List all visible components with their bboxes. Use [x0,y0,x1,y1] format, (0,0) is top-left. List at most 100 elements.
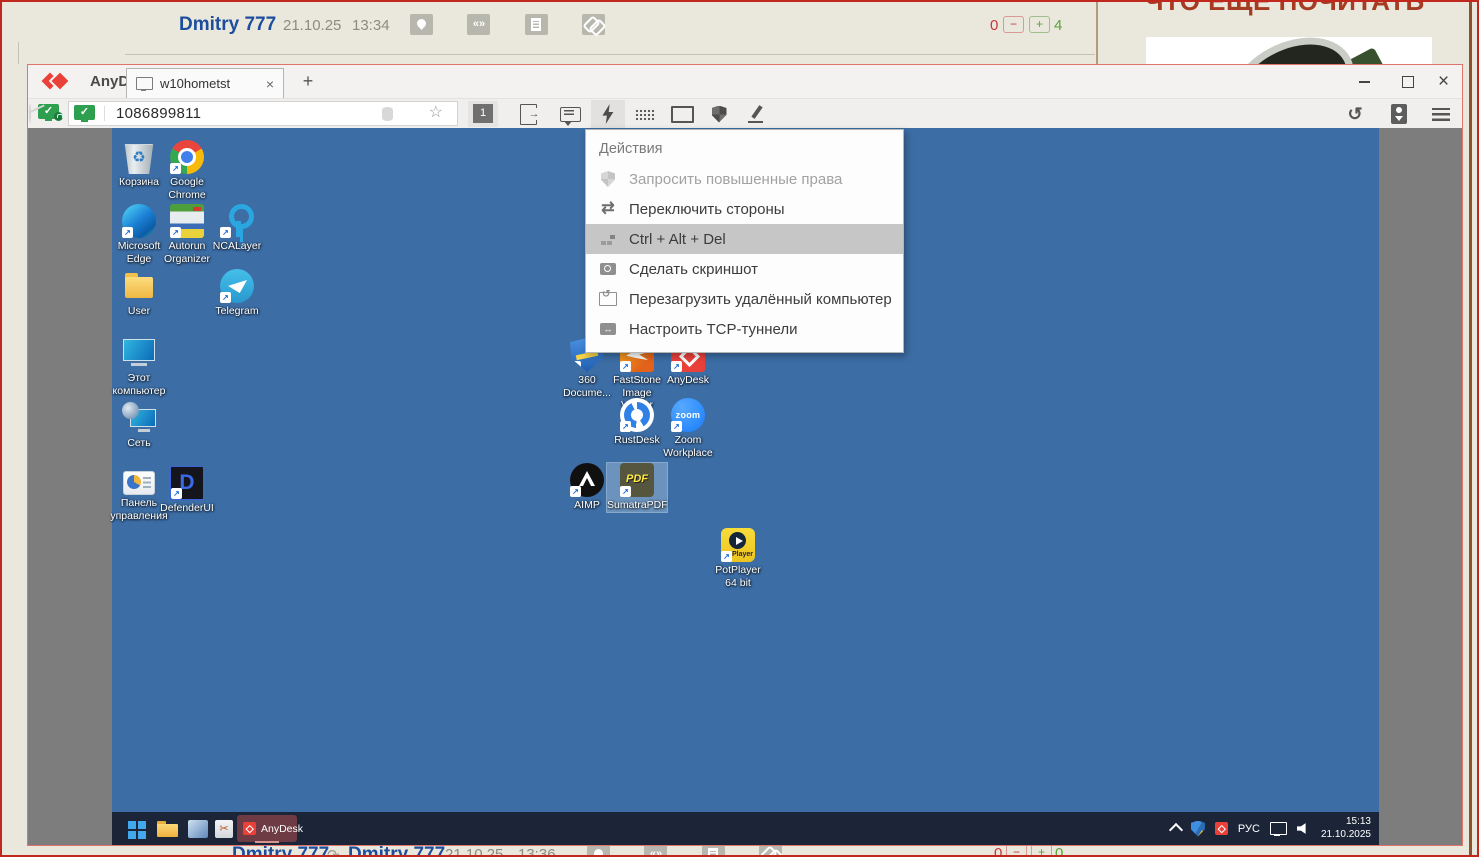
remote-taskbar[interactable]: AnyDesk РУС 15:13 21.10.2025 [112,812,1379,845]
desktop-icon-user-folder[interactable]: User [109,269,169,318]
menu-item-ctrl-alt-del[interactable]: Ctrl + Alt + Del [586,224,903,254]
potplayer-icon: Player [721,528,755,562]
menu-item-tcp-tunnels[interactable]: ↔ Настроить TCP-туннели [586,314,903,344]
network-tray-icon[interactable] [1270,822,1287,835]
lightning-icon [601,104,615,124]
snipping-tool-icon [215,820,233,838]
history-button[interactable]: ↺ [1338,100,1372,128]
whiteboard-button[interactable] [739,100,773,128]
shortcut-arrow-icon [570,361,581,372]
taskbar-app-button[interactable] [186,817,210,841]
menu-item-screenshot[interactable]: Сделать скриншот [586,254,903,284]
vote-down-button[interactable]: − [1003,16,1024,33]
top-post-header: Dmitry 777 21.10.25 13:34 «» 0 − + 4 [0,12,1096,42]
desktop-icon-potplayer[interactable]: Player PotPlayer 64 bit [708,528,768,589]
shortcut-arrow-icon [171,488,182,499]
votes-down-count: 0 [990,17,998,34]
windows-start-icon [128,821,136,829]
session-tab[interactable]: w10hometst × [126,68,284,98]
permalink-icon[interactable] [582,14,605,35]
edge-icon [122,204,156,238]
main-menu-button[interactable] [1424,100,1458,128]
volume-icon[interactable] [1297,823,1311,835]
file-explorer-button[interactable] [156,817,180,841]
remote-monitor-icon [74,105,95,120]
snipping-tool-button[interactable] [212,817,236,841]
display-icon [671,106,694,123]
permalink-icon[interactable] [759,846,782,855]
vote-up-button[interactable]: + [1031,846,1052,855]
desktop-icon-sumatrapdf[interactable]: PDF SumatraPDF [607,463,667,512]
start-button[interactable] [124,817,148,841]
actions-button[interactable] [591,100,625,128]
flag-icon[interactable] [410,14,433,35]
shortcut-arrow-icon [220,292,231,303]
database-icon[interactable] [382,107,393,121]
new-tab-button[interactable]: + [294,65,322,98]
desktop-icon-telegram[interactable]: Telegram [207,269,267,318]
post-author-link[interactable]: Dmitry 777 [179,14,276,36]
toolbar: 1086899811 ☆ 1 ↺ [28,98,1462,129]
privacy-eye-icon[interactable] [29,104,31,123]
desktop-icon-zoom[interactable]: zoom Zoom Workplace [658,398,718,459]
language-indicator[interactable]: РУС [1238,823,1260,835]
shortcut-arrow-icon [620,486,631,497]
monitor-select-button[interactable]: 1 [468,101,498,127]
post-author-link[interactable]: Dmitry 777 [232,846,329,855]
actions-menu: Действия Запросить повышенные права ⇄ Пе… [585,129,904,353]
reply-to-author-link[interactable]: Dmitry 777 [348,846,445,855]
menu-item-restart-remote[interactable]: Перезагрузить удалённый компьютер [586,284,903,314]
permissions-button[interactable] [702,100,736,128]
vote-down-button[interactable]: − [1006,846,1027,855]
tab-label: w10hometst [160,76,259,91]
desktop-icon-this-pc[interactable]: Этот компьютер [109,336,169,397]
flag-icon[interactable] [587,846,610,855]
shortcut-arrow-icon [620,421,631,432]
menu-item-request-elevation[interactable]: Запросить повышенные права [586,164,903,194]
ncalayer-icon [220,204,254,238]
votes-up-count: 0 [1055,846,1063,855]
sidebar-title: ЧТО ЕЩЕ ПОЧИТАТЬ [1100,0,1470,17]
address-book-icon [1391,104,1407,124]
blockquote-icon[interactable] [525,14,548,35]
minimize-button[interactable] [1342,65,1387,98]
clock[interactable]: 15:13 21.10.2025 [1321,816,1371,841]
favorite-star-icon[interactable]: ☆ [429,103,443,122]
desktop-icon-defenderui[interactable]: DefenderUI [157,466,217,515]
anydesk-tray-icon[interactable] [1215,822,1228,835]
system-tray: РУС 15:13 21.10.2025 [1171,812,1371,845]
autorun-organizer-icon [170,204,204,238]
anydesk-logo-icon [42,73,82,89]
app-icon [188,820,208,838]
display-settings-button[interactable] [665,100,699,128]
blockquote-icon[interactable] [702,846,725,855]
desktop-icon-ncalayer[interactable]: NCALayer [207,204,267,253]
quote-icon[interactable]: «» [644,846,667,855]
chrome-icon [170,140,204,174]
pencil-icon [747,105,765,123]
titlebar[interactable]: AnyDesk w10hometst × + × [28,65,1462,98]
address-book-button[interactable] [1382,100,1416,128]
avatar-column-line [18,42,19,64]
chat-button[interactable] [553,100,587,128]
tunnel-icon: ↔ [599,323,617,335]
desktop-icon-chrome[interactable]: Google Chrome [157,140,217,201]
menu-item-switch-sides[interactable]: ⇄ Переключить стороны [586,194,903,224]
quote-icon[interactable]: «» [467,14,490,35]
votes-up-count: 4 [1054,17,1062,34]
address-field[interactable]: 1086899811 ☆ [68,101,458,126]
desktop-icon-network[interactable]: Сеть [109,401,169,450]
tab-close-icon[interactable]: × [266,76,274,92]
tray-chevron-icon[interactable] [1169,823,1183,837]
shortcut-arrow-icon [220,227,231,238]
remote-id[interactable]: 1086899811 [116,102,201,125]
shortcut-arrow-icon [122,227,133,238]
keyboard-button[interactable] [628,100,662,128]
taskbar-anydesk-button[interactable]: AnyDesk [237,815,297,842]
vote-up-button[interactable]: + [1029,16,1050,33]
lock-icon [54,112,63,121]
file-transfer-button[interactable] [511,100,545,128]
close-button[interactable]: × [1421,65,1466,98]
tray-date: 21.10.2025 [1321,829,1371,842]
security-shield-icon[interactable] [1191,821,1205,837]
